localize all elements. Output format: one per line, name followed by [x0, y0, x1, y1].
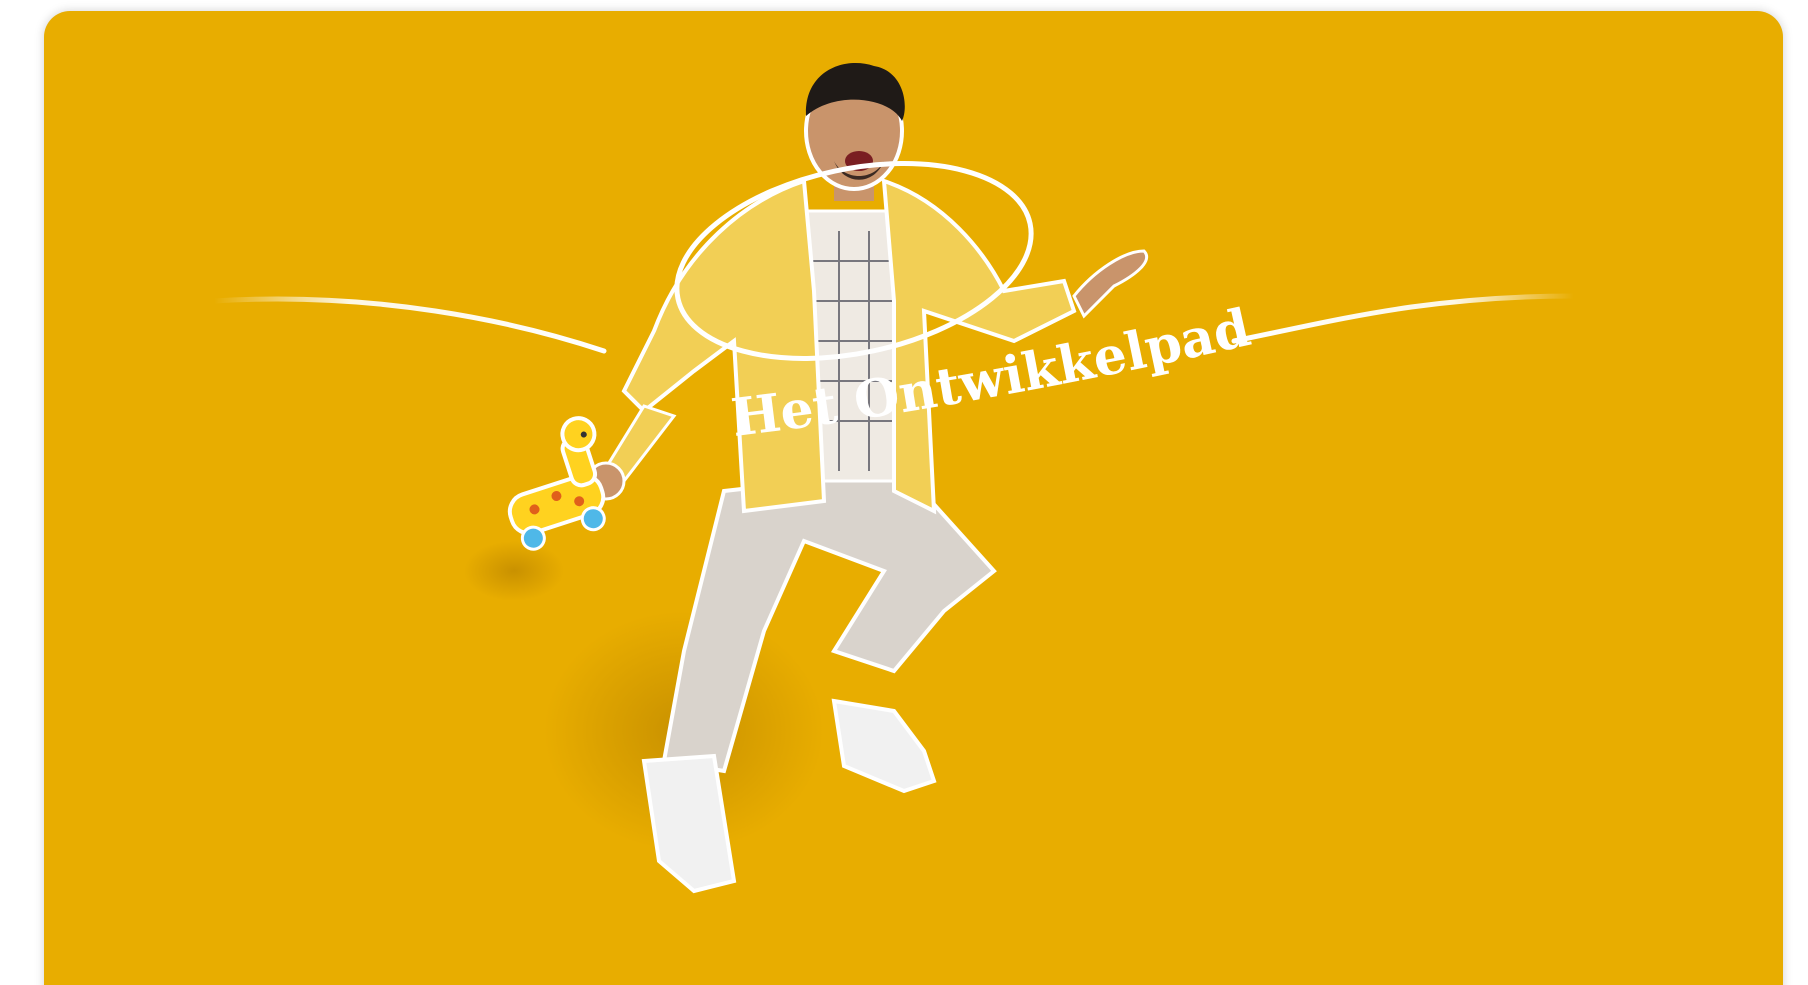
hero-banner: Het Ontwikkelpad — [44, 11, 1783, 985]
person-figure — [586, 63, 1148, 894]
toy-shadow — [464, 541, 564, 601]
swoosh-line-right — [1231, 293, 1577, 344]
hero-illustration: Het Ontwikkelpad — [211, 63, 1577, 894]
swoosh-line-left — [211, 296, 607, 354]
page: Het Ontwikkelpad — [0, 0, 1808, 985]
